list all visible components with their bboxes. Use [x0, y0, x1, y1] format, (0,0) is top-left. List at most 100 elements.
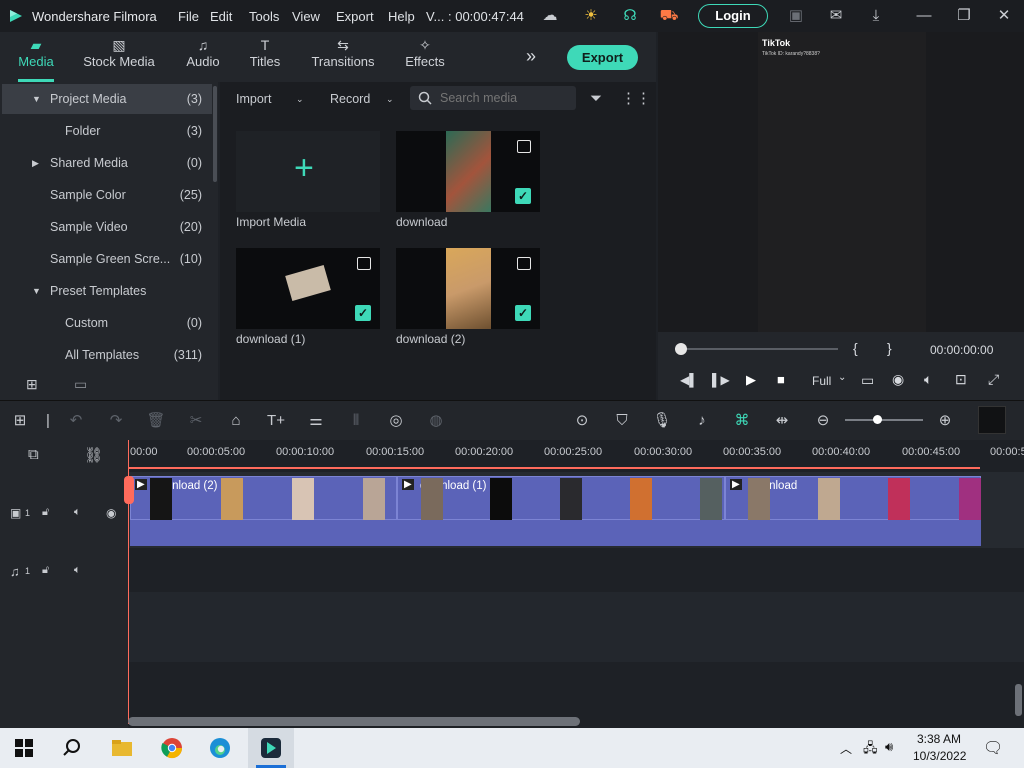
zoom-out-icon[interactable]: ⊖	[813, 411, 833, 431]
new-folder-icon[interactable]: ⊞	[26, 376, 38, 393]
layout-grid-icon[interactable]: ⊞	[10, 411, 30, 431]
adjust-icon[interactable]: ⚌	[306, 411, 326, 431]
mark-out-icon[interactable]: }	[887, 340, 892, 356]
restore-icon[interactable]: ❐	[954, 6, 974, 26]
undo-icon[interactable]: ↶	[66, 411, 86, 431]
lock-icon[interactable]: 🔓︎	[42, 564, 49, 577]
notification-icon[interactable]: 🗨︎	[983, 738, 1003, 758]
sidebar-item-shared-media[interactable]: ▶ Shared Media (0)	[2, 148, 212, 178]
file-explorer-icon[interactable]	[110, 736, 134, 760]
export-button[interactable]: Export	[567, 45, 638, 70]
render-icon[interactable]: ⊙	[572, 411, 592, 431]
music-list-icon[interactable]: ♪	[692, 411, 712, 431]
menu-file[interactable]: File	[178, 9, 199, 24]
tab-effects[interactable]: ✧ Effects	[402, 32, 448, 82]
search-box[interactable]	[410, 86, 576, 110]
stop-icon[interactable]: ■	[777, 372, 785, 387]
sidebar-item-folder[interactable]: Folder (3)	[2, 116, 212, 146]
chevron-down-icon[interactable]: ⌄	[838, 372, 846, 383]
filmora-taskbar-button[interactable]	[248, 728, 294, 768]
redo-icon[interactable]: ↷	[106, 411, 126, 431]
display-icon[interactable]: ▭	[861, 372, 874, 389]
speed-icon[interactable]: ◎	[386, 411, 406, 431]
clip-audio-waveform[interactable]	[397, 520, 725, 546]
fullscreen-icon[interactable]: ⤢	[988, 371, 999, 388]
play-icon[interactable]: ▶	[746, 372, 756, 388]
import-media-tile[interactable]: +	[236, 131, 380, 212]
download-icon[interactable]: ⤓	[866, 6, 886, 26]
login-button[interactable]: Login	[698, 4, 768, 28]
menu-view[interactable]: View	[292, 9, 320, 24]
tab-audio[interactable]: ♫ Audio	[180, 32, 226, 82]
add-track-icon[interactable]: ⧉	[28, 446, 39, 463]
sidebar-item-preset-templates[interactable]: ▼ Preset Templates	[2, 276, 212, 306]
tab-transitions[interactable]: ⇆ Transitions	[310, 32, 376, 82]
link-icon[interactable]: ⛓	[84, 446, 103, 464]
preview-progress-handle[interactable]	[675, 343, 687, 355]
chrome-icon[interactable]	[160, 736, 184, 760]
sidebar-item-sample-video[interactable]: Sample Video (20)	[2, 212, 212, 242]
menu-tools[interactable]: Tools	[249, 9, 279, 24]
import-dropdown[interactable]: Import ⌄	[236, 88, 304, 110]
menu-edit[interactable]: Edit	[210, 9, 232, 24]
tab-media[interactable]: ▰ Media	[10, 32, 62, 82]
cut-icon[interactable]: ✂	[186, 411, 206, 431]
lock-icon[interactable]: 🔓︎	[42, 506, 49, 519]
clock-date[interactable]: 10/3/2022	[913, 749, 966, 763]
step-back-icon[interactable]: ◀▌	[680, 373, 698, 387]
sidebar-item-custom[interactable]: Custom (0)	[2, 308, 212, 338]
zoom-in-icon[interactable]: ⊕	[935, 411, 955, 431]
clip-audio-waveform[interactable]	[725, 520, 981, 546]
playhead-handle[interactable]	[124, 476, 134, 504]
bulb-icon[interactable]: ☀	[581, 6, 601, 26]
media-thumb-download[interactable]: ✓	[396, 131, 540, 212]
media-thumb-download-2[interactable]: ✓	[396, 248, 540, 329]
mail-icon[interactable]: ✉	[826, 6, 846, 26]
folder-icon[interactable]: ▭	[74, 376, 87, 393]
render-preview-icon[interactable]: ⊡	[955, 371, 967, 388]
more-tabs-icon[interactable]: »	[526, 46, 536, 67]
mark-in-icon[interactable]: {	[853, 340, 858, 356]
save-icon[interactable]: ▣	[786, 6, 806, 26]
cart-icon[interactable]: ⛟	[659, 6, 679, 26]
sidebar-scrollbar[interactable]	[213, 86, 217, 182]
snap-icon[interactable]: ⌘	[732, 411, 752, 431]
sidebar-item-all-templates[interactable]: All Templates (311)	[2, 340, 212, 370]
timeline-horizontal-scrollbar[interactable]	[128, 717, 580, 726]
cloud-icon[interactable]: ☁	[540, 6, 560, 26]
menu-help[interactable]: Help	[388, 9, 415, 24]
grid-view-icon[interactable]: ⋮⋮	[621, 89, 651, 107]
windows-start-icon[interactable]	[12, 736, 36, 760]
search-icon[interactable]	[60, 736, 84, 760]
tab-stock-media[interactable]: ▧ Stock Media	[80, 32, 158, 82]
preview-progress-track[interactable]	[680, 348, 838, 350]
volume-icon[interactable]: 🔈︎	[924, 371, 932, 388]
zoom-slider[interactable]	[845, 419, 923, 421]
mute-icon[interactable]: 🔈︎	[74, 506, 81, 519]
fit-timeline-icon[interactable]: ⇹	[772, 411, 792, 431]
zoom-slider-handle[interactable]	[873, 415, 882, 424]
step-forward-icon[interactable]: ▌▶	[712, 373, 730, 387]
panel-layout-icon[interactable]	[978, 406, 1006, 434]
microphone-icon[interactable]: 🎙︎	[652, 411, 672, 431]
minimize-icon[interactable]: —	[914, 6, 934, 26]
clip-audio-waveform[interactable]	[130, 520, 397, 546]
filter-icon[interactable]: ⏷	[590, 90, 602, 107]
tray-chevron-up-icon[interactable]: ︿	[840, 740, 852, 757]
search-input[interactable]	[440, 89, 570, 107]
snapshot-icon[interactable]: ◉	[892, 371, 904, 388]
sidebar-item-sample-color[interactable]: Sample Color (25)	[2, 180, 212, 210]
speaker-icon[interactable]: 🔊︎	[885, 739, 893, 755]
media-thumb-download-1[interactable]: ✓	[236, 248, 380, 329]
quality-select[interactable]: Full	[812, 374, 831, 388]
edge-icon[interactable]	[208, 736, 232, 760]
auto-reframe-icon[interactable]: ◍	[426, 411, 446, 431]
tab-titles[interactable]: T Titles	[244, 32, 286, 82]
sidebar-item-sample-green-screen[interactable]: Sample Green Scre... (10)	[2, 244, 212, 274]
close-icon[interactable]: ✕	[994, 6, 1014, 26]
timeline-ruler[interactable]: 00:00 00:00:05:00 00:00:10:00 00:00:15:0…	[128, 440, 1024, 469]
add-text-icon[interactable]: T+	[266, 411, 286, 431]
network-icon[interactable]: 🖧︎	[863, 739, 878, 761]
mute-icon[interactable]: 🔈︎	[74, 564, 81, 577]
tag-icon[interactable]: ⌂	[226, 411, 246, 431]
